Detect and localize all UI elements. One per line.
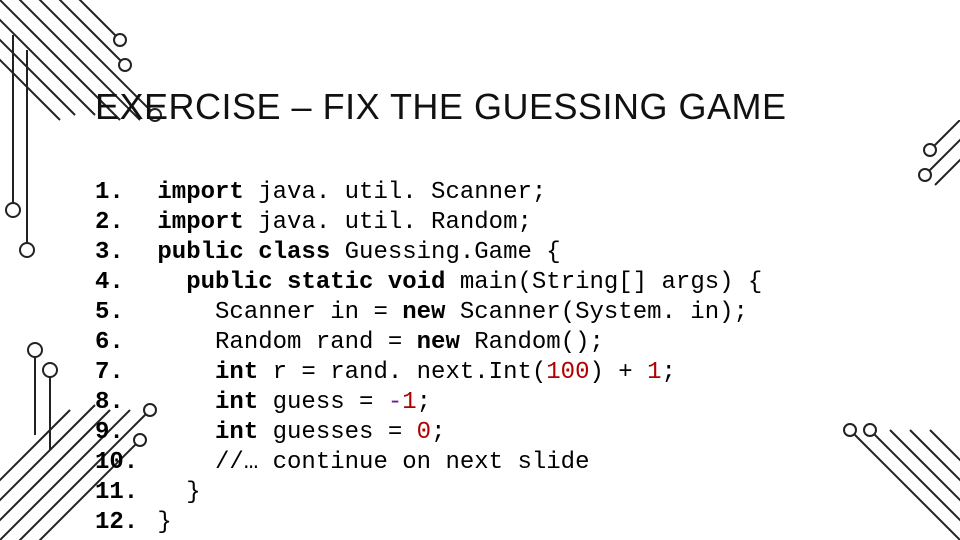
circuit-decoration-top-right xyxy=(900,120,960,240)
code-token: int xyxy=(215,359,273,386)
code-token: ; xyxy=(417,389,431,416)
code-token: guess = xyxy=(273,389,388,416)
code-token: Random rand = xyxy=(143,329,417,356)
code-token xyxy=(143,389,215,416)
code-block: 1. import java. util. Scanner;2. import … xyxy=(95,178,762,538)
code-token: //… continue on next slide xyxy=(143,449,589,476)
code-token: Random(); xyxy=(474,329,604,356)
code-line: 1. import java. util. Scanner; xyxy=(95,178,762,208)
code-token: ; xyxy=(431,419,445,446)
code-token: import xyxy=(157,179,243,206)
code-token: ; xyxy=(662,359,676,386)
code-token xyxy=(143,239,157,266)
code-token xyxy=(143,179,157,206)
code-token: Scanner(System. in); xyxy=(460,299,748,326)
code-token: import xyxy=(157,209,243,236)
slide: EXERCISE – FIX THE GUESSING GAME 1. impo… xyxy=(0,0,960,540)
line-number: 7. xyxy=(95,358,143,388)
code-token xyxy=(143,359,215,386)
code-token: java. util. Random; xyxy=(244,209,532,236)
code-token: java. util. Scanner; xyxy=(244,179,546,206)
code-token: int xyxy=(215,419,273,446)
code-line: 10. //… continue on next slide xyxy=(95,448,762,478)
code-token: new xyxy=(417,329,475,356)
code-line: 8. int guess = -1; xyxy=(95,388,762,418)
line-number: 2. xyxy=(95,208,143,238)
line-number: 12. xyxy=(95,508,143,538)
code-token: Guessing.Game { xyxy=(345,239,561,266)
line-number: 10. xyxy=(95,448,143,478)
line-number: 9. xyxy=(95,418,143,448)
code-token: 100 xyxy=(546,359,589,386)
code-line: 2. import java. util. Random; xyxy=(95,208,762,238)
line-number: 3. xyxy=(95,238,143,268)
line-number: 4. xyxy=(95,268,143,298)
code-token: guesses = xyxy=(273,419,417,446)
line-number: 1. xyxy=(95,178,143,208)
code-line: 5. Scanner in = new Scanner(System. in); xyxy=(95,298,762,328)
line-number: 6. xyxy=(95,328,143,358)
line-number: 8. xyxy=(95,388,143,418)
code-token: main(String[] args) { xyxy=(460,269,762,296)
code-token xyxy=(143,209,157,236)
code-line: 6. Random rand = new Random(); xyxy=(95,328,762,358)
code-token: r = rand. next.Int( xyxy=(273,359,547,386)
code-line: 4. public static void main(String[] args… xyxy=(95,268,762,298)
code-token: Scanner in = xyxy=(143,299,402,326)
code-line: 11. } xyxy=(95,478,762,508)
code-line: 9. int guesses = 0; xyxy=(95,418,762,448)
line-number: 5. xyxy=(95,298,143,328)
code-line: 3. public class Guessing.Game { xyxy=(95,238,762,268)
code-token xyxy=(143,269,186,296)
code-line: 7. int r = rand. next.Int(100) + 1; xyxy=(95,358,762,388)
code-token: int xyxy=(215,389,273,416)
code-line: 12. } xyxy=(95,508,762,538)
code-token: public class xyxy=(157,239,344,266)
code-token: 0 xyxy=(417,419,431,446)
code-token xyxy=(143,419,215,446)
code-token: ) + xyxy=(590,359,648,386)
circuit-decoration-bottom-right xyxy=(820,420,960,540)
code-token: } xyxy=(143,479,201,506)
slide-title: EXERCISE – FIX THE GUESSING GAME xyxy=(95,86,787,128)
code-token: new xyxy=(402,299,460,326)
line-number: 11. xyxy=(95,478,143,508)
code-token: public static void xyxy=(186,269,460,296)
code-token: - xyxy=(388,389,402,416)
code-token: 1 xyxy=(647,359,661,386)
code-token: } xyxy=(143,509,172,536)
code-token: 1 xyxy=(402,389,416,416)
